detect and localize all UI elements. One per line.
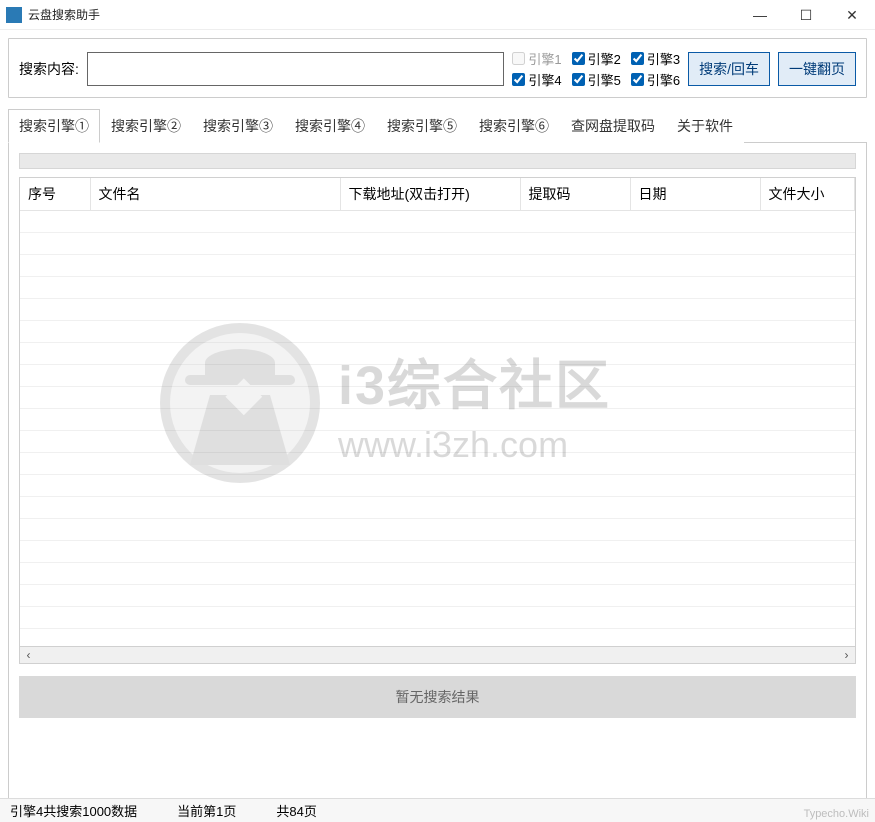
table-row [20, 343, 855, 365]
close-button[interactable]: ✕ [829, 0, 875, 30]
engine-6-label: 引擎6 [647, 70, 680, 89]
search-label: 搜索内容: [19, 59, 79, 79]
table-row [20, 607, 855, 629]
engine-checkbox-group: 引擎1 引擎2 引擎3 引擎4 引擎5 引擎6 [512, 49, 680, 89]
no-result-banner: 暂无搜索结果 [19, 676, 856, 718]
app-icon [6, 7, 22, 23]
engine-3-label: 引擎3 [647, 49, 680, 68]
engine-2-label: 引擎2 [588, 49, 621, 68]
window-title: 云盘搜索助手 [28, 6, 737, 23]
search-panel: 搜索内容: 引擎1 引擎2 引擎3 引擎4 引擎5 引擎6 搜索/回车 一键翻页 [8, 38, 867, 98]
col-code[interactable]: 提取码 [520, 178, 630, 211]
status-bar: 引擎4共搜索1000数据 当前第1页 共84页 [0, 798, 875, 822]
table-row [20, 585, 855, 607]
table-row [20, 321, 855, 343]
table-row [20, 255, 855, 277]
engine-2-option[interactable]: 引擎2 [572, 49, 621, 68]
search-input[interactable] [87, 52, 505, 86]
engine-5-label: 引擎5 [588, 70, 621, 89]
table-row [20, 431, 855, 453]
footer-watermark: Typecho.Wiki [804, 808, 869, 820]
tab-extract-code[interactable]: 查网盘提取码 [560, 109, 666, 143]
table-row [20, 563, 855, 585]
engine-4-label: 引擎4 [528, 70, 561, 89]
table-row [20, 519, 855, 541]
engine-5-option[interactable]: 引擎5 [572, 70, 621, 89]
table-row [20, 475, 855, 497]
page-flip-button[interactable]: 一键翻页 [778, 52, 856, 86]
engine-5-checkbox[interactable] [572, 73, 585, 86]
table-row [20, 541, 855, 563]
horizontal-scrollbar[interactable]: ‹ › [19, 647, 856, 664]
engine-3-checkbox[interactable] [631, 52, 644, 65]
engine-4-option[interactable]: 引擎4 [512, 70, 561, 89]
col-filename[interactable]: 文件名 [90, 178, 340, 211]
table-row [20, 409, 855, 431]
status-total-pages: 共84页 [276, 801, 316, 820]
col-index[interactable]: 序号 [20, 178, 90, 211]
status-data-count: 引擎4共搜索1000数据 [10, 801, 137, 820]
table-row [20, 365, 855, 387]
table-row [20, 211, 855, 233]
engine-6-checkbox[interactable] [631, 73, 644, 86]
engine-4-checkbox[interactable] [512, 73, 525, 86]
engine-1-option[interactable]: 引擎1 [512, 49, 561, 68]
maximize-button[interactable]: ☐ [783, 0, 829, 30]
tab-about[interactable]: 关于软件 [666, 109, 744, 143]
col-date[interactable]: 日期 [630, 178, 760, 211]
engine-2-checkbox[interactable] [572, 52, 585, 65]
engine-1-label: 引擎1 [528, 49, 561, 68]
search-button[interactable]: 搜索/回车 [688, 52, 770, 86]
minimize-button[interactable]: — [737, 0, 783, 30]
table-row [20, 497, 855, 519]
engine-1-checkbox[interactable] [512, 52, 525, 65]
tab-engine-5[interactable]: 搜索引擎⑤ [376, 109, 468, 143]
tabs-bar: 搜索引擎① 搜索引擎② 搜索引擎③ 搜索引擎④ 搜索引擎⑤ 搜索引擎⑥ 查网盘提… [8, 108, 867, 143]
status-current-page: 当前第1页 [177, 801, 236, 820]
results-table: 序号 文件名 下载地址(双击打开) 提取码 日期 文件大小 [20, 178, 855, 629]
engine-6-option[interactable]: 引擎6 [631, 70, 680, 89]
tab-engine-6[interactable]: 搜索引擎⑥ [468, 109, 560, 143]
progress-bar [19, 153, 856, 169]
tab-engine-2[interactable]: 搜索引擎② [100, 109, 192, 143]
tab-engine-4[interactable]: 搜索引擎④ [284, 109, 376, 143]
table-row [20, 387, 855, 409]
table-row [20, 453, 855, 475]
engine-3-option[interactable]: 引擎3 [631, 49, 680, 68]
titlebar: 云盘搜索助手 — ☐ ✕ [0, 0, 875, 30]
table-row [20, 233, 855, 255]
results-tbody [20, 211, 855, 629]
col-size[interactable]: 文件大小 [760, 178, 855, 211]
col-download[interactable]: 下载地址(双击打开) [340, 178, 520, 211]
tab-engine-1[interactable]: 搜索引擎① [8, 109, 100, 143]
table-row [20, 299, 855, 321]
tab-engine-3[interactable]: 搜索引擎③ [192, 109, 284, 143]
window-controls: — ☐ ✕ [737, 0, 875, 29]
table-row [20, 277, 855, 299]
results-table-wrap: 序号 文件名 下载地址(双击打开) 提取码 日期 文件大小 [19, 177, 856, 647]
scroll-right-arrow-icon[interactable]: › [838, 648, 855, 663]
scroll-left-arrow-icon[interactable]: ‹ [20, 648, 37, 663]
tab-content: 序号 文件名 下载地址(双击打开) 提取码 日期 文件大小 [8, 143, 867, 803]
